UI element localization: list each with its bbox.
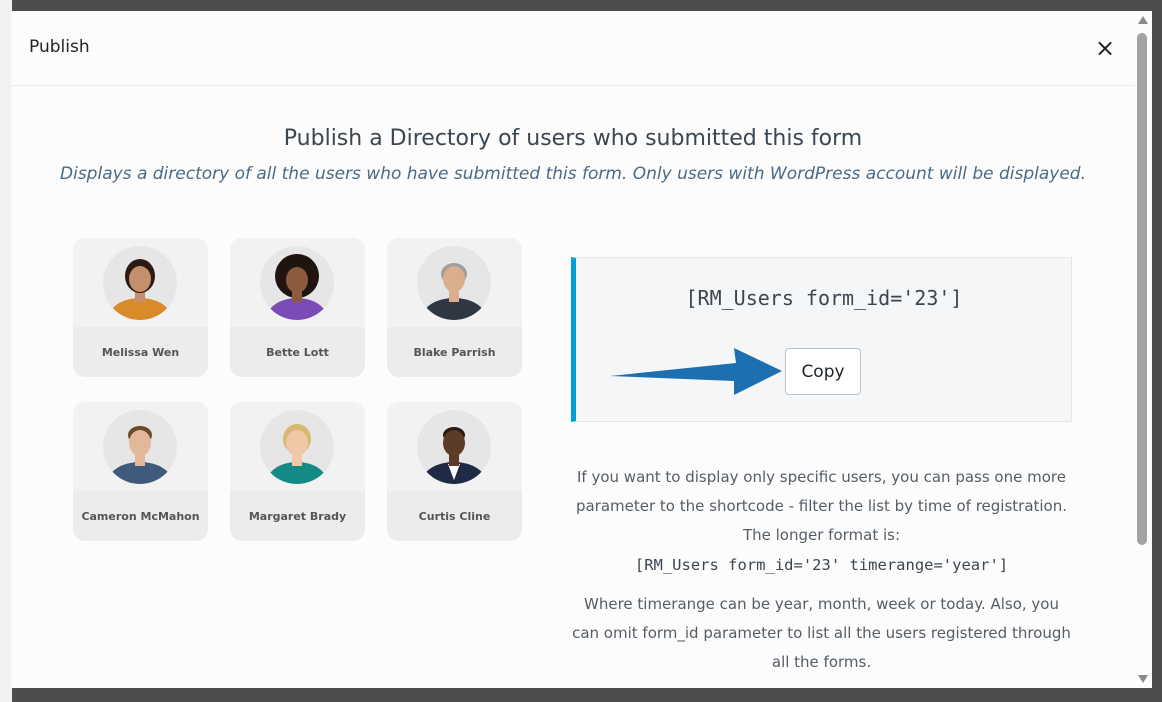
arrow-right-icon bbox=[610, 348, 782, 395]
user-card: Blake Parrish bbox=[387, 238, 522, 377]
publish-modal: Publish × Publish a Directory of users w… bbox=[11, 11, 1152, 688]
avatar bbox=[417, 246, 491, 320]
avatar bbox=[260, 410, 334, 484]
info-paragraph: If you want to display only specific use… bbox=[575, 468, 1068, 544]
avatar bbox=[417, 410, 491, 484]
modal-title: Publish bbox=[29, 37, 90, 57]
scrollbar[interactable] bbox=[1135, 11, 1152, 688]
scroll-up-icon[interactable] bbox=[1138, 16, 1148, 24]
scroll-down-icon[interactable] bbox=[1138, 675, 1148, 683]
avatar bbox=[103, 246, 177, 320]
section-subheading: Displays a directory of all the users wh… bbox=[60, 164, 1086, 184]
user-card: Bette Lott bbox=[230, 238, 365, 377]
user-name: Margaret Brady bbox=[248, 510, 347, 523]
avatar bbox=[103, 410, 177, 484]
avatar bbox=[260, 246, 334, 320]
scroll-thumb[interactable] bbox=[1137, 33, 1147, 545]
section-heading: Publish a Directory of users who submitt… bbox=[283, 126, 863, 151]
user-name: Melissa Wen bbox=[101, 346, 180, 359]
user-card: Melissa Wen bbox=[73, 238, 208, 377]
copy-button[interactable]: Copy bbox=[785, 348, 861, 395]
info-paragraph: Where timerange can be year, month, week… bbox=[572, 595, 1071, 671]
user-card: Margaret Brady bbox=[230, 402, 365, 541]
user-name: Blake Parrish bbox=[413, 346, 496, 359]
modal-header: Publish × bbox=[11, 11, 1135, 86]
user-name: Cameron McMahon bbox=[81, 510, 200, 523]
shortcode-box: [RM_Users form_id='23'] Copy bbox=[571, 257, 1072, 422]
user-card: Curtis Cline bbox=[387, 402, 522, 541]
user-name: Curtis Cline bbox=[418, 510, 491, 523]
close-icon[interactable]: × bbox=[1094, 36, 1116, 60]
long-shortcode[interactable]: [RM_Users form_id='23' timerange='year'] bbox=[571, 556, 1072, 574]
shortcode-text[interactable]: [RM_Users form_id='23'] bbox=[576, 286, 1072, 310]
user-name: Bette Lott bbox=[266, 346, 329, 359]
user-card: Cameron McMahon bbox=[73, 402, 208, 541]
